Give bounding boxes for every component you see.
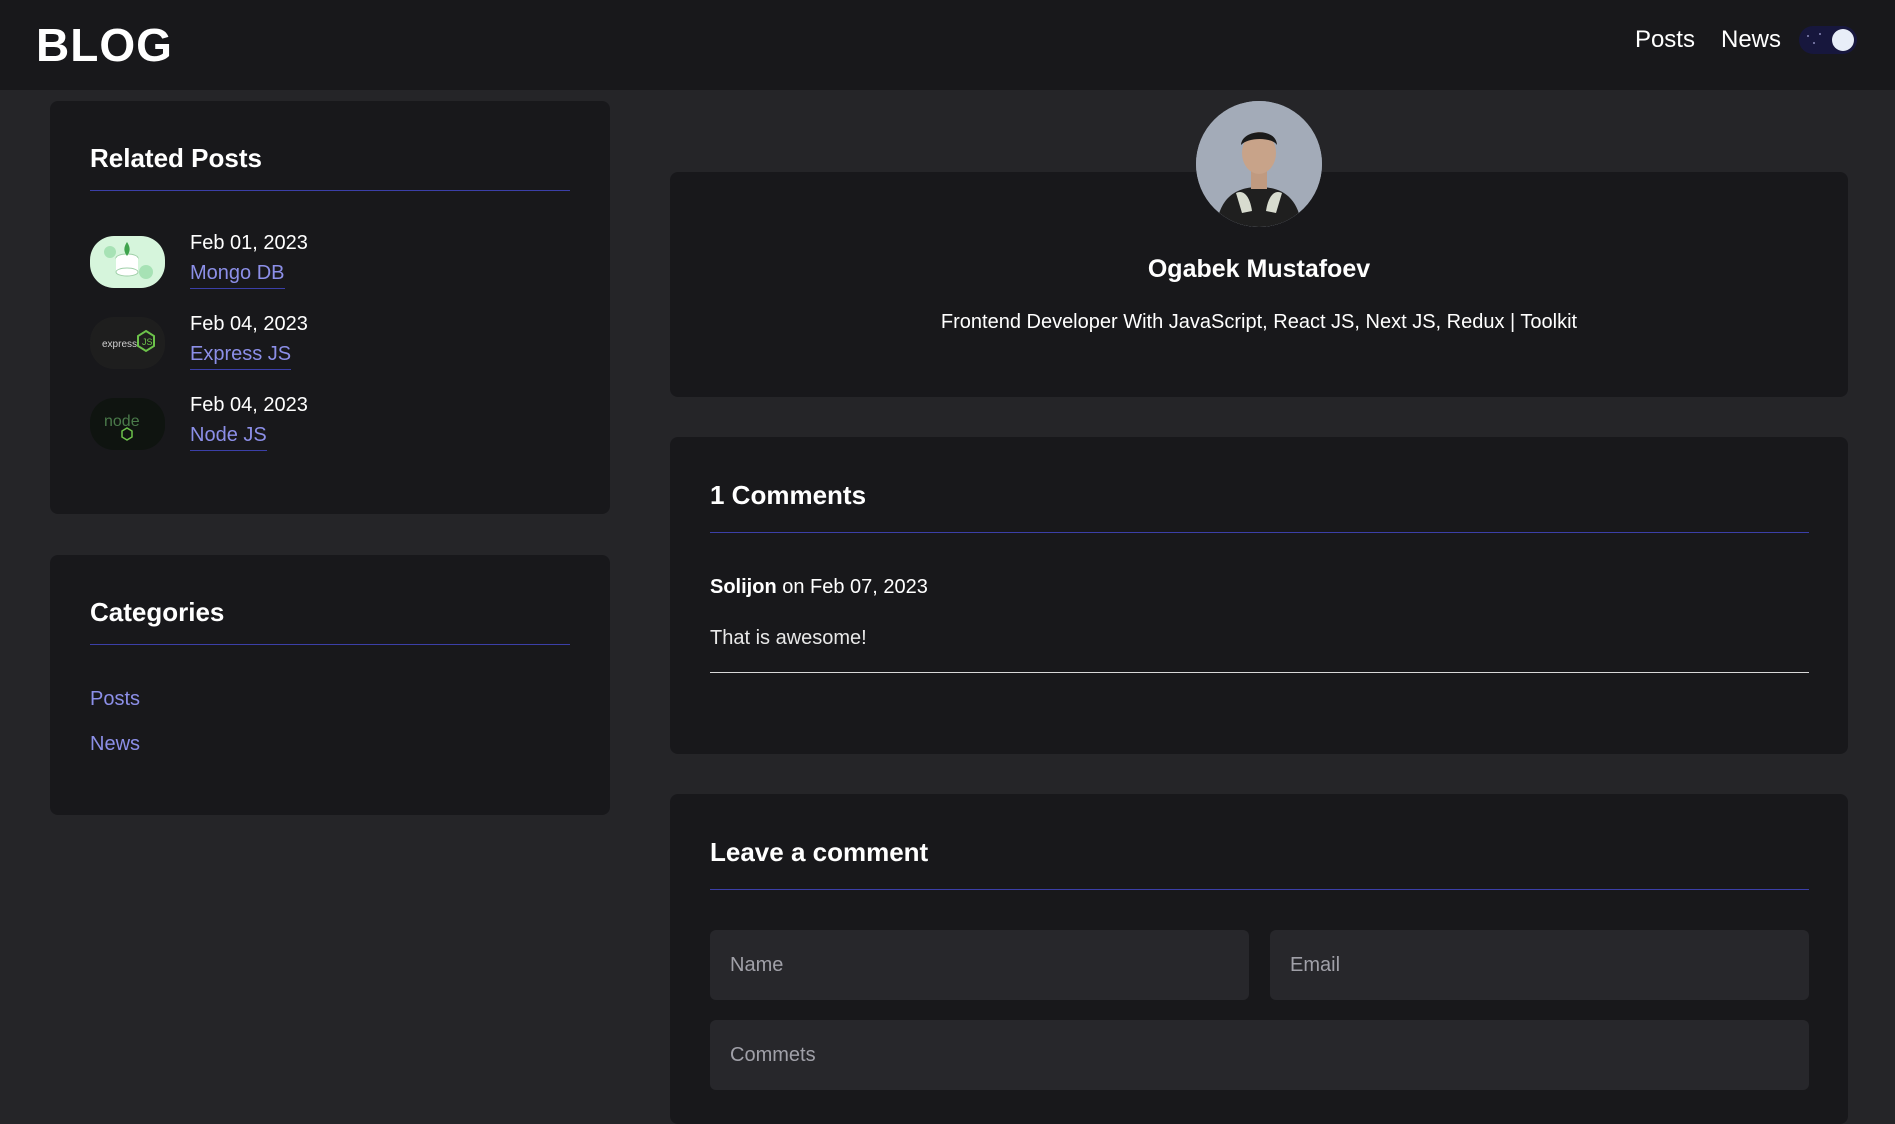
- comment-meta: Solijon on Feb 07, 2023: [710, 576, 928, 599]
- divider: [90, 644, 570, 645]
- comment-form-title: Leave a comment: [710, 837, 929, 867]
- post-link[interactable]: Mongo DB: [190, 262, 285, 289]
- comments-count-title: 1 Comments: [710, 480, 867, 510]
- main-nav: Posts News: [1635, 26, 1857, 54]
- top-navbar: BLOG Posts News: [0, 0, 1895, 90]
- site-logo[interactable]: BLOG: [36, 18, 173, 72]
- star-icon: [1819, 33, 1821, 35]
- category-link-posts[interactable]: Posts: [90, 688, 140, 711]
- svg-text:JS: JS: [142, 337, 153, 347]
- post-date: Feb 01, 2023: [190, 232, 308, 254]
- nav-link-posts[interactable]: Posts: [1635, 26, 1695, 54]
- divider: [710, 532, 1809, 533]
- node-js-icon[interactable]: node: [90, 398, 165, 450]
- author-bio: Frontend Developer With JavaScript, Reac…: [940, 311, 1578, 333]
- star-icon: [1813, 42, 1815, 44]
- comment-form-card: Leave a comment: [670, 794, 1848, 1124]
- star-icon: [1807, 35, 1809, 37]
- categories-card: Categories Posts News: [50, 555, 610, 815]
- divider: [710, 889, 1809, 890]
- author-name: Ogabek Mustafoev: [1147, 255, 1371, 283]
- comment-body: That is awesome!: [710, 627, 867, 649]
- divider: [90, 190, 570, 191]
- post-link[interactable]: Express JS: [190, 343, 292, 370]
- categories-title: Categories: [90, 597, 225, 627]
- post-link[interactable]: Node JS: [190, 424, 267, 451]
- author-avatar: [1196, 101, 1322, 227]
- mongodb-icon[interactable]: [90, 236, 165, 288]
- comment-divider: [710, 672, 1809, 673]
- category-link-news[interactable]: News: [90, 733, 140, 756]
- svg-text:node: node: [104, 413, 140, 430]
- express-js-icon[interactable]: express JS: [90, 317, 165, 369]
- nav-link-news[interactable]: News: [1721, 26, 1781, 54]
- email-input[interactable]: [1270, 930, 1809, 1000]
- moon-icon: [1832, 29, 1854, 51]
- comment-date: on Feb 07, 2023: [782, 576, 928, 598]
- related-posts-card: Related Posts Feb 01, 2023 Mongo DB expr…: [50, 101, 610, 514]
- svg-text:express: express: [102, 339, 137, 350]
- name-input[interactable]: [710, 930, 1249, 1000]
- comment-author: Solijon: [710, 576, 777, 598]
- related-posts-title: Related Posts: [90, 143, 262, 173]
- theme-toggle[interactable]: [1799, 26, 1857, 54]
- post-date: Feb 04, 2023: [190, 313, 308, 335]
- post-date: Feb 04, 2023: [190, 394, 308, 416]
